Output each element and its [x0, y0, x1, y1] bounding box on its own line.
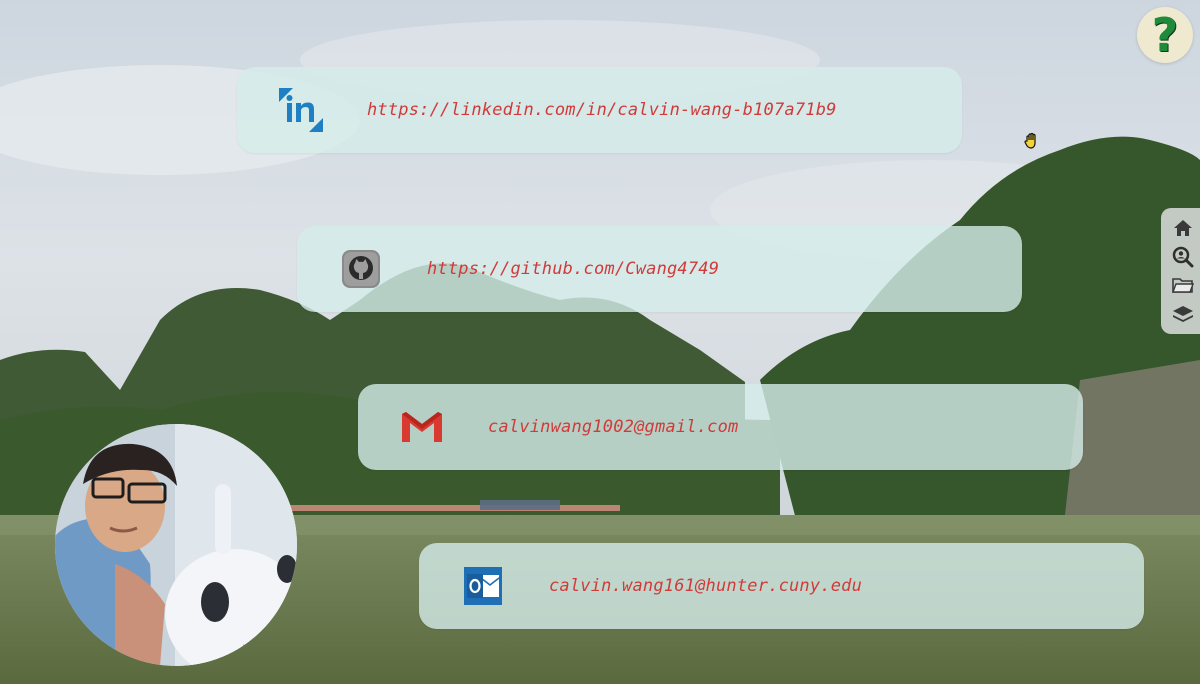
help-button[interactable]: ? — [1137, 7, 1193, 63]
nav-projects[interactable] — [1170, 274, 1196, 296]
outlook-email[interactable]: calvin.wang161@hunter.cuny.edu — [549, 576, 862, 596]
folder-icon — [1172, 278, 1194, 294]
nav-search-profile[interactable] — [1170, 246, 1196, 268]
profile-avatar — [55, 424, 297, 666]
outlook-icon — [461, 564, 505, 608]
github-icon — [339, 247, 383, 291]
home-icon — [1174, 220, 1192, 237]
github-link[interactable]: https://github.com/Cwang4749 — [427, 259, 719, 279]
gmail-icon — [400, 405, 444, 449]
nav-home[interactable] — [1170, 217, 1196, 239]
layers-icon — [1173, 305, 1193, 322]
question-mark-icon: ? — [1151, 8, 1179, 62]
hand-cursor-icon — [1024, 132, 1036, 149]
linkedin-icon — [279, 88, 323, 132]
search-user-icon — [1172, 246, 1194, 268]
github-card[interactable]: https://github.com/Cwang4749 — [297, 226, 1022, 312]
gmail-card[interactable]: calvinwang1002@gmail.com — [358, 384, 1083, 470]
gmail-address[interactable]: calvinwang1002@gmail.com — [488, 417, 738, 437]
linkedin-link[interactable]: https://linkedin.com/in/calvin-wang-b107… — [367, 100, 837, 120]
outlook-card[interactable]: calvin.wang161@hunter.cuny.edu — [419, 543, 1144, 629]
avatar-illustration — [55, 424, 297, 666]
linkedin-card[interactable]: https://linkedin.com/in/calvin-wang-b107… — [237, 67, 962, 153]
nav-stack[interactable] — [1170, 303, 1196, 325]
side-navigation — [1161, 208, 1200, 334]
